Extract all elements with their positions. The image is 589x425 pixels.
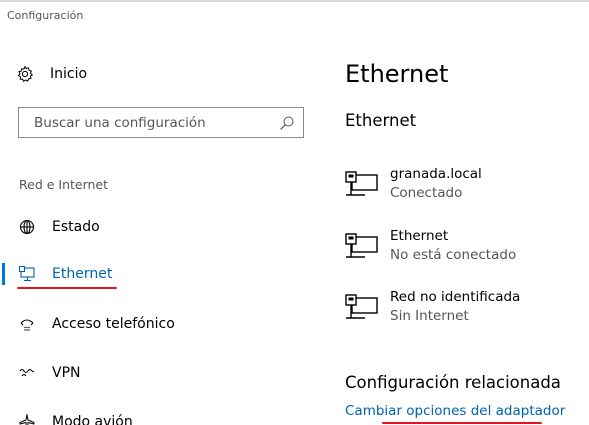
gear-icon xyxy=(17,66,33,82)
ethernet-icon xyxy=(18,265,35,282)
sidebar-item-estado[interactable]: Estado xyxy=(0,211,320,243)
airplane-icon xyxy=(19,414,35,425)
network-monitor-icon xyxy=(345,233,378,258)
network-name: Red no identificada xyxy=(390,289,521,305)
network-monitor-icon xyxy=(345,294,378,319)
network-status: Conectado xyxy=(390,185,463,201)
home-label: Inicio xyxy=(50,66,88,82)
network-item-ethernet[interactable]: Ethernet No está conectado xyxy=(345,228,585,272)
vpn-icon xyxy=(19,368,35,377)
network-name: granada.local xyxy=(390,166,482,182)
sidebar-item-ethernet[interactable]: Ethernet xyxy=(0,258,320,290)
search-input[interactable] xyxy=(19,108,279,137)
main-content: Ethernet Ethernet granada.local Conectad… xyxy=(345,0,589,425)
related-settings-heading: Configuración relacionada xyxy=(345,373,561,392)
sidebar: Inicio Red e Internet Estado xyxy=(0,0,320,425)
change-adapter-options-link[interactable]: Cambiar opciones del adaptador xyxy=(345,403,565,419)
network-status: No está conectado xyxy=(390,247,517,263)
sidebar-item-label: Acceso telefónico xyxy=(52,316,175,332)
sidebar-item-vpn[interactable]: VPN xyxy=(0,357,320,389)
home-button[interactable]: Inicio xyxy=(16,62,87,86)
network-item-granada-local[interactable]: granada.local Conectado xyxy=(345,166,585,210)
sidebar-item-label: Ethernet xyxy=(52,266,113,282)
sidebar-item-label: Modo avión xyxy=(52,414,133,425)
active-indicator xyxy=(2,263,5,285)
sidebar-item-label: VPN xyxy=(52,365,81,381)
network-name: Ethernet xyxy=(390,228,449,244)
section-label: Red e Internet xyxy=(19,177,109,192)
network-monitor-icon xyxy=(345,171,378,196)
dialup-icon xyxy=(20,319,34,331)
globe-icon xyxy=(19,219,35,235)
page-title: Ethernet xyxy=(345,60,449,88)
sidebar-item-modo-avion[interactable]: Modo avión xyxy=(0,406,320,425)
sidebar-item-label: Estado xyxy=(52,219,100,235)
network-status: Sin Internet xyxy=(390,308,469,324)
section-heading: Ethernet xyxy=(345,111,417,130)
sidebar-item-acceso-telefonico[interactable]: Acceso telefónico xyxy=(0,308,320,340)
search-box[interactable] xyxy=(18,107,304,138)
settings-window: Configuración Inicio Red e Internet xyxy=(0,0,589,425)
annotation-underline xyxy=(382,422,542,424)
annotation-underline xyxy=(17,287,117,289)
search-icon[interactable] xyxy=(279,115,295,131)
network-item-red-no-identificada[interactable]: Red no identificada Sin Internet xyxy=(345,289,585,333)
